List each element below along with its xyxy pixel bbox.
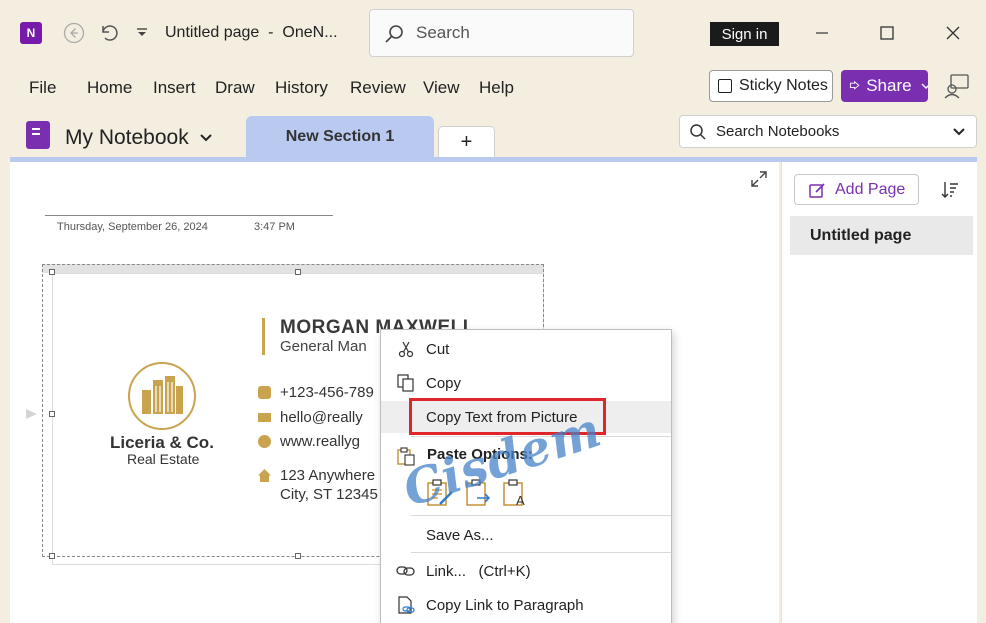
search-notebooks-placeholder: Search Notebooks (716, 123, 840, 140)
paste-options-label: Paste Options: (427, 446, 533, 463)
menu-help[interactable]: Help (479, 78, 514, 98)
back-icon[interactable] (62, 21, 86, 45)
menu-item-link[interactable]: Link... (Ctrl+K) (381, 555, 671, 587)
copy-icon (396, 373, 416, 393)
annotation-highlight-box (409, 398, 606, 435)
search-icon (690, 124, 706, 140)
menu-view[interactable]: View (423, 78, 460, 98)
menu-item-copy-link-to-paragraph[interactable]: Copy Link to Paragraph (381, 589, 671, 621)
close-icon[interactable] (941, 21, 965, 45)
accent-bar (262, 318, 265, 355)
menu-item-save-as[interactable]: Save As... (381, 519, 671, 551)
page-list-item[interactable]: Untitled page (790, 216, 973, 255)
contact-address-1: 123 Anywhere (258, 467, 375, 484)
menu-separator (411, 436, 671, 437)
menu-item-copy[interactable]: Copy (381, 367, 671, 399)
company-logo (128, 362, 196, 430)
resize-handle[interactable] (295, 553, 301, 559)
menu-item-save-as-label: Save As... (426, 526, 494, 544)
contact-website: www.reallyg (258, 433, 360, 450)
menu-insert[interactable]: Insert (153, 78, 196, 98)
add-page-icon (809, 182, 825, 198)
scissors-icon (396, 339, 416, 359)
sticky-note-icon (718, 79, 732, 93)
search-notebooks-input[interactable]: Search Notebooks (679, 115, 977, 148)
email-icon (258, 413, 271, 422)
search-icon (385, 25, 403, 43)
home-icon (258, 469, 271, 482)
customize-toolbar-icon[interactable] (130, 21, 154, 45)
notebook-icon (26, 121, 50, 149)
title-underline (45, 215, 333, 216)
ribbon-menu-bar: File Home Insert Draw History Review Vie… (0, 66, 986, 108)
paragraph-handle[interactable] (26, 409, 37, 419)
add-page-label: Add Page (835, 180, 906, 198)
resize-handle[interactable] (49, 411, 55, 417)
menu-file[interactable]: File (29, 78, 56, 98)
minimize-icon[interactable] (810, 21, 834, 45)
share-button[interactable]: Share (841, 70, 928, 102)
copy-link-icon (396, 595, 416, 615)
link-icon (396, 561, 416, 581)
menu-item-copy-label: Copy (426, 374, 462, 392)
sticky-notes-button[interactable]: Sticky Notes (709, 70, 833, 102)
menu-separator (411, 552, 671, 553)
menu-item-copy-link-label: Copy Link to Paragraph (426, 596, 584, 614)
menu-item-link-label: Link... (Ctrl+K) (426, 562, 531, 580)
paste-text-only-icon[interactable]: A (502, 478, 530, 508)
resize-handle[interactable] (49, 269, 55, 275)
resize-handle[interactable] (49, 553, 55, 559)
maximize-icon[interactable] (875, 21, 899, 45)
menu-draw[interactable]: Draw (215, 78, 255, 98)
chevron-down-icon (921, 83, 928, 89)
menu-item-cut[interactable]: Cut (381, 333, 671, 365)
menu-home[interactable]: Home (87, 78, 132, 98)
menu-separator (411, 515, 671, 516)
sticky-notes-label: Sticky Notes (739, 77, 828, 94)
svg-text:A: A (516, 493, 525, 508)
company-subtitle: Real Estate (127, 451, 200, 467)
page-time: 3:47 PM (254, 221, 295, 233)
tab-new-section-1[interactable]: New Section 1 (246, 116, 434, 158)
menu-history[interactable]: History (275, 78, 328, 98)
clipboard-icon (396, 446, 416, 466)
comments-icon[interactable] (944, 73, 970, 99)
contact-phone: +123-456-789 (258, 384, 374, 401)
search-placeholder: Search (416, 23, 470, 42)
undo-icon[interactable] (96, 21, 120, 45)
sign-in-button[interactable]: Sign in (710, 22, 779, 46)
notebook-selector[interactable]: My Notebook (65, 126, 213, 150)
page-date: Thursday, September 26, 2024 (57, 221, 208, 233)
company-name: Liceria & Co. (110, 433, 214, 452)
share-label: Share (866, 76, 912, 95)
globe-icon (258, 435, 271, 448)
sort-icon[interactable] (940, 180, 960, 200)
title-bar: N Untitled page - OneN... Search Sign in (0, 0, 986, 66)
chevron-down-icon[interactable] (952, 125, 966, 139)
onenote-app-icon: N (20, 22, 47, 44)
contact-address-2: City, ST 12345 (280, 486, 378, 503)
add-page-button[interactable]: Add Page (794, 174, 919, 205)
phone-icon (258, 386, 271, 399)
full-page-view-icon[interactable] (750, 170, 768, 188)
paste-merge-formatting-icon[interactable] (465, 478, 493, 508)
menu-review[interactable]: Review (350, 78, 406, 98)
search-input[interactable]: Search (369, 9, 634, 57)
menu-item-cut-label: Cut (426, 340, 450, 358)
contact-email: hello@really (258, 409, 363, 426)
window-title: Untitled page - OneN... (165, 24, 338, 41)
add-section-button[interactable]: + (438, 126, 495, 158)
notebook-name: My Notebook (65, 126, 189, 149)
person-role: General Man (280, 338, 367, 355)
share-icon (849, 80, 860, 90)
paste-keep-formatting-icon[interactable] (426, 478, 454, 508)
resize-handle[interactable] (295, 269, 301, 275)
chevron-down-icon (199, 134, 212, 142)
context-menu: Cut Copy Copy Text from Picture Save As.… (380, 329, 672, 623)
